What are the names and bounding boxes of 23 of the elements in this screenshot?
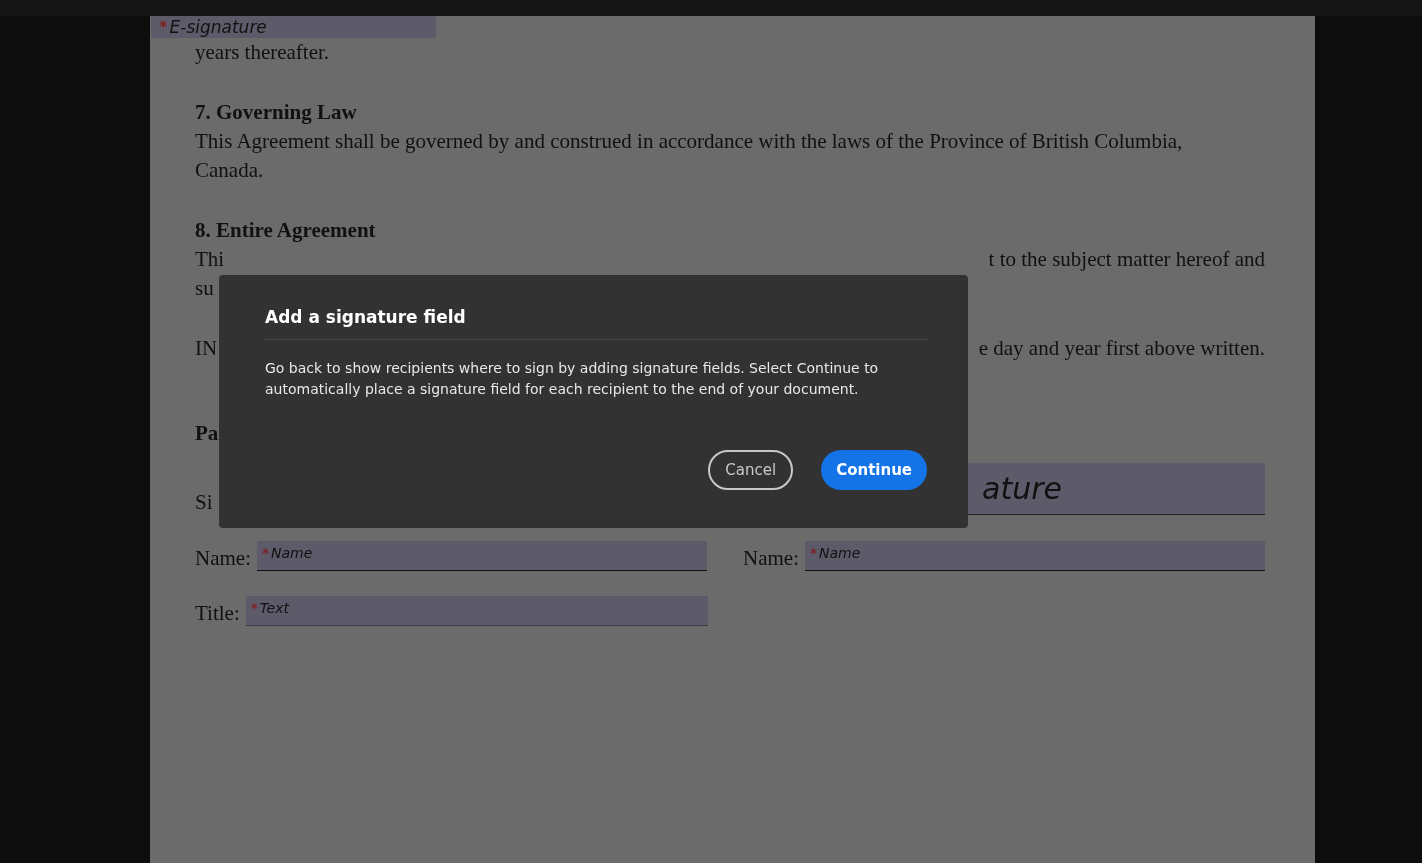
field-label: Name: (195, 546, 251, 571)
document-text: years thereafter. (195, 39, 330, 66)
dialog-title: Add a signature field (265, 307, 927, 340)
document-text: IN (195, 335, 218, 362)
continue-button[interactable]: Continue (821, 450, 927, 490)
text-field[interactable]: *Text (245, 596, 708, 626)
signature-field[interactable]: *E-signature (151, 16, 436, 38)
field-label: Si (195, 490, 213, 515)
section-heading: 7. Governing Law (195, 99, 358, 126)
document-text: Thi (195, 246, 225, 273)
document-text: Canada. (195, 157, 264, 184)
dialog-message: Go back to show recipients where to sign by adding signature fields. Select Continue to automatically place a signature field for each recipient to the end of your document. (265, 359, 880, 399)
document-text: e day and year first above written. (978, 335, 1265, 362)
section-heading: 8. Entire Agreement (195, 217, 377, 244)
field-label: Title: (195, 601, 240, 626)
document-text: su (195, 275, 214, 302)
document-text: t to the subject matter hereof and (988, 246, 1265, 273)
document-text: This Agreement shall be governed by and construed in accordance with the laws of the Province of British Columbia, (195, 128, 1183, 155)
field-label: Name: (743, 546, 799, 571)
cancel-button[interactable]: Cancel (708, 450, 794, 490)
section-heading: Pa (195, 420, 220, 447)
text-field[interactable]: *Name (257, 541, 707, 571)
text-field[interactable]: *Name (805, 541, 1265, 571)
